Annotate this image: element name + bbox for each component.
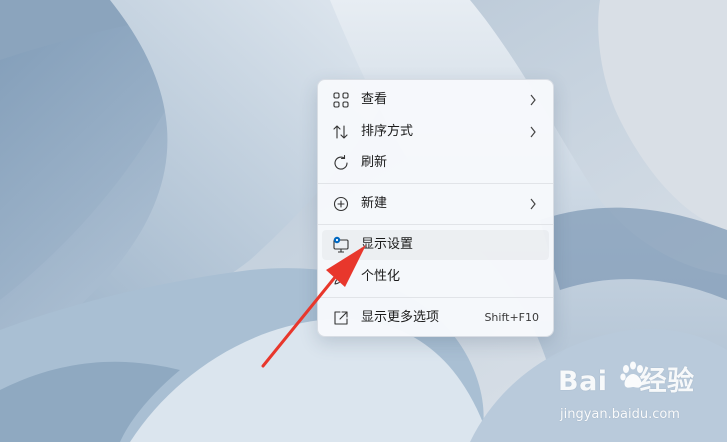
display-settings-icon [333,236,349,253]
menu-item-label: 显示设置 [361,237,414,252]
menu-separator [318,297,553,298]
new-plus-icon [333,196,349,212]
menu-item-show-more-options[interactable]: 显示更多选项 Shift+F10 [322,303,549,333]
menu-item-label: 新建 [361,196,388,211]
sort-icon [333,125,348,139]
watermark-url: jingyan.baidu.com [560,407,680,422]
menu-item-sort-by[interactable]: 排序方式 [322,117,549,147]
menu-item-personalize[interactable]: 个性化 [322,262,549,292]
keyboard-shortcut: Shift+F10 [484,311,539,324]
menu-item-label: 个性化 [361,269,401,284]
chevron-right-icon [530,94,536,106]
menu-item-display-settings[interactable]: 显示设置 [322,230,549,260]
menu-item-label: 查看 [361,92,388,107]
menu-item-label: 排序方式 [361,124,414,139]
grid-view-icon [333,92,349,108]
chevron-right-icon [530,198,536,210]
baidu-paw-icon [620,361,643,388]
refresh-icon [334,154,348,170]
baidu-jingyan-watermark: Bai 经验 jingyan.baidu.com [558,359,718,429]
menu-item-refresh[interactable]: 刷新 [322,148,549,178]
menu-separator [318,183,553,184]
show-more-options-icon [334,311,348,325]
menu-item-new[interactable]: 新建 [322,189,549,219]
menu-item-label: 刷新 [361,155,388,170]
menu-separator [318,224,553,225]
menu-item-view[interactable]: 查看 [322,85,549,115]
personalize-brush-icon [334,269,349,285]
chevron-right-icon [530,126,536,138]
context-menu: 查看 排序方式 刷新 新建 显示设置 个性化 显示更多选项 Shift+F10 [317,79,554,337]
menu-item-label: 显示更多选项 [361,310,440,325]
